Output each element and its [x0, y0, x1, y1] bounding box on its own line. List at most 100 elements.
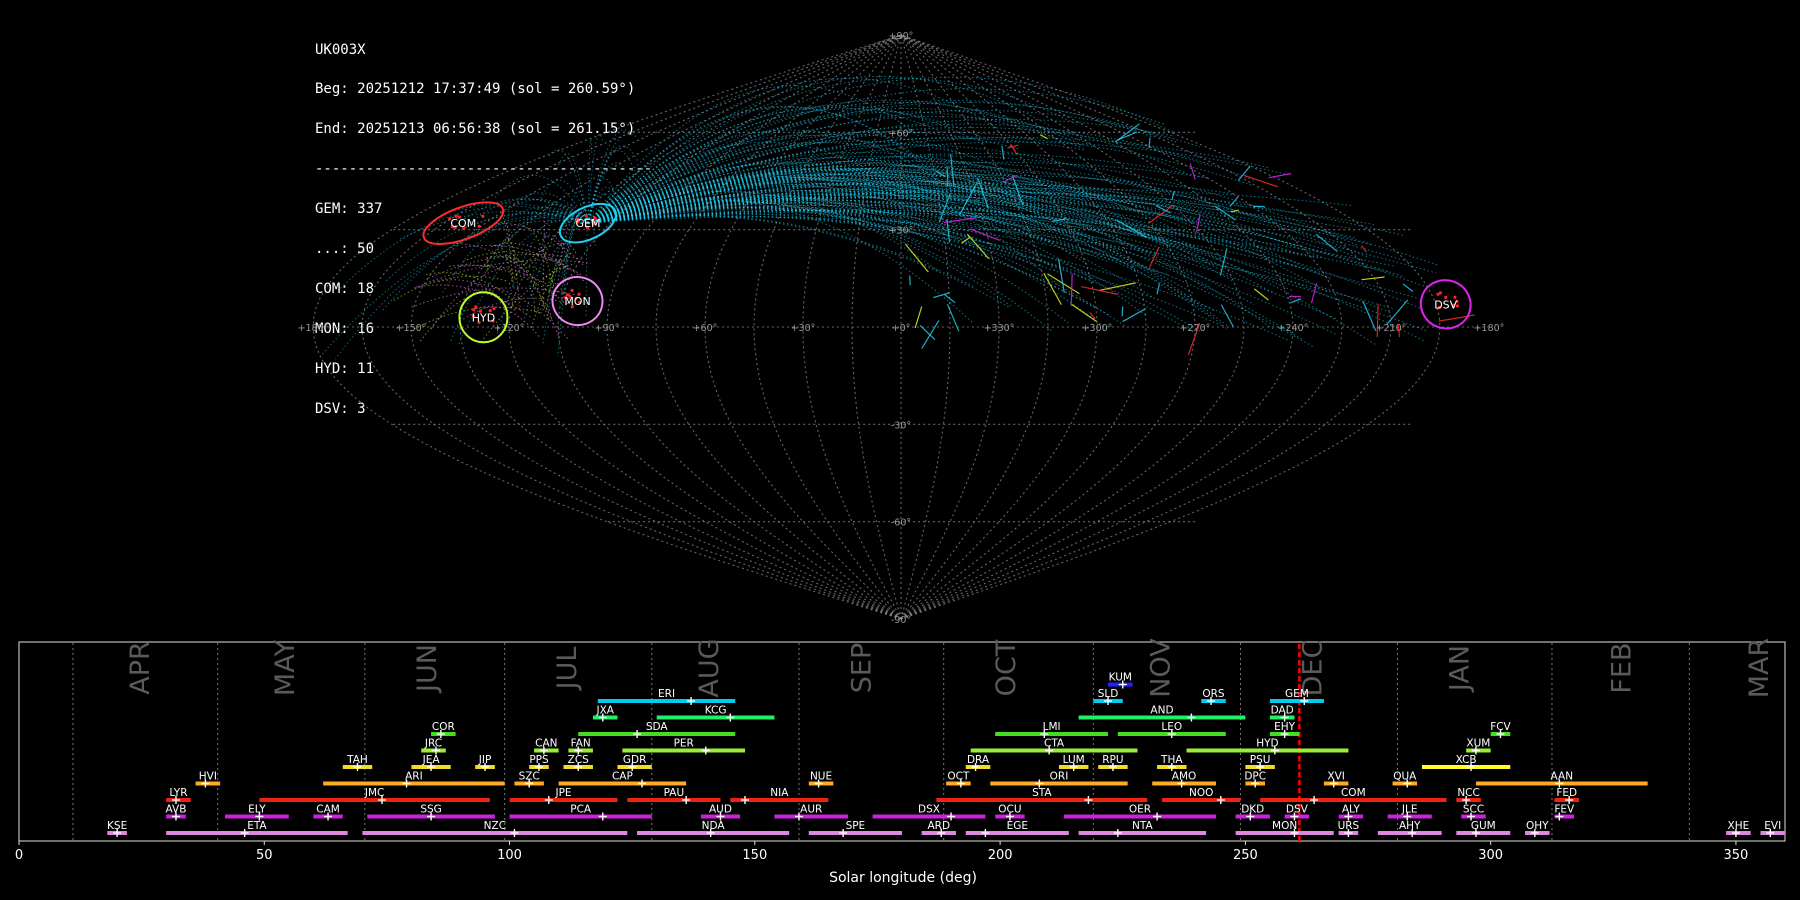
shower-label: XVI: [1327, 771, 1344, 783]
shower-label: DKD: [1241, 804, 1264, 816]
month-label: JAN: [1445, 645, 1476, 693]
x-axis-label: Solar longitude (deg): [829, 870, 977, 886]
shower-label: AMO: [1172, 771, 1197, 783]
shower-label: FAN: [571, 738, 591, 750]
shower-zcs: ZCS: [563, 754, 593, 771]
month-label: MAY: [270, 639, 301, 696]
shower-label: PSU: [1250, 754, 1271, 766]
shower-jxa: JXA: [592, 705, 618, 722]
shower-label: JEA: [422, 754, 441, 766]
shower-label: CAP: [612, 771, 633, 783]
shower-label: ARI: [405, 771, 423, 783]
shower-label: NCC: [1457, 787, 1480, 799]
shower-jrc: JRC: [421, 738, 446, 755]
shower-label: SDA: [646, 721, 669, 733]
shower-nue: NUE: [808, 771, 834, 788]
shower-pps: PPS: [529, 754, 549, 771]
shower-label: URS: [1338, 820, 1360, 832]
x-tick-label: 300: [1478, 848, 1503, 863]
month-label: MAR: [1744, 638, 1775, 699]
shower-dra: DRA: [965, 754, 991, 771]
shower-label: CAM: [316, 804, 340, 816]
shower-label: XUM: [1466, 738, 1490, 750]
shower-label: GDR: [623, 754, 647, 766]
shower-label: JMC: [364, 787, 385, 799]
shower-tha: THA: [1157, 754, 1187, 771]
shower-label: EHY: [1274, 721, 1296, 733]
shower-label: LUM: [1063, 754, 1085, 766]
shower-label: JXA: [595, 705, 614, 717]
shower-label: NZC: [484, 820, 506, 832]
shower-cor: COR: [431, 721, 456, 738]
shower-label: OER: [1129, 804, 1151, 816]
shower-label: FEV: [1554, 804, 1575, 816]
shower-label: HVI: [199, 771, 217, 783]
shower-label: AUD: [709, 804, 732, 816]
shower-label: CAN: [535, 738, 557, 750]
shower-label: THA: [1160, 754, 1183, 766]
shower-label: KCG: [705, 705, 727, 717]
shower-label: JLE: [1401, 804, 1418, 816]
shower-label: ZCS: [568, 754, 590, 766]
shower-kum: KUM: [1108, 672, 1133, 689]
shower-label: AHY: [1399, 820, 1421, 832]
shower-label: GUM: [1471, 820, 1496, 832]
shower-label: AAN: [1551, 771, 1574, 783]
shower-ocu: OCU: [995, 804, 1025, 821]
shower-avb: AVB: [166, 804, 187, 821]
month-label: AUG: [694, 638, 725, 697]
shower-label: AND: [1150, 705, 1173, 717]
shower-psu: PSU: [1245, 754, 1275, 771]
shower-label: NIA: [770, 787, 789, 799]
shower-label: NUE: [810, 771, 832, 783]
shower-kse: KSE: [107, 820, 127, 837]
month-label: APR: [125, 641, 156, 695]
shower-label: DPC: [1244, 771, 1266, 783]
shower-label: DSX: [918, 804, 940, 816]
shower-label: OHY: [1526, 820, 1549, 832]
shower-label: OCT: [947, 771, 970, 783]
shower-oct: OCT: [946, 771, 971, 788]
shower-urs: URS: [1338, 820, 1360, 837]
shower-label: ELY: [248, 804, 266, 816]
shower-label: MON: [1272, 820, 1297, 832]
shower-fed: FED: [1554, 787, 1579, 804]
shower-label: PPS: [529, 754, 549, 766]
shower-label: ALY: [1342, 804, 1361, 816]
shower-label: GEM: [1285, 688, 1309, 700]
month-label: NOV: [1145, 638, 1176, 698]
shower-label: ARD: [928, 820, 951, 832]
shower-scc: SCC: [1461, 804, 1486, 821]
x-tick-label: 200: [988, 848, 1013, 863]
shower-szc: SZC: [514, 771, 544, 788]
shower-label: FCV: [1490, 721, 1511, 733]
shower-label: STA: [1032, 787, 1052, 799]
shower-fcv: FCV: [1490, 721, 1512, 738]
x-tick-label: 100: [497, 848, 522, 863]
shower-label: LEO: [1161, 721, 1182, 733]
shower-label: FED: [1556, 787, 1577, 799]
shower-ncc: NCC: [1456, 787, 1481, 804]
shower-label: LYR: [169, 787, 187, 799]
shower-label: COR: [432, 721, 455, 733]
shower-label: ETA: [247, 820, 267, 832]
shower-label: AVB: [166, 804, 187, 816]
shower-label: RPU: [1102, 754, 1123, 766]
shower-ehy: EHY: [1269, 721, 1300, 738]
shower-label: NDA: [702, 820, 726, 832]
shower-label: PCA: [570, 804, 592, 816]
shower-label: SSG: [420, 804, 441, 816]
shower-dad: DAD: [1269, 705, 1295, 722]
shower-label: XCB: [1456, 754, 1477, 766]
month-label: JUL: [552, 647, 583, 692]
shower-label: AUR: [800, 804, 822, 816]
shower-label: LMI: [1043, 721, 1061, 733]
shower-label: HYD: [1256, 738, 1278, 750]
shower-dpc: DPC: [1244, 771, 1266, 788]
shower-timeline: APR MAY JUN JUL AUG SEP OCT NOV DEC JAN FEB MARKUME…: [15, 638, 1786, 886]
shower-fev: FEV: [1554, 804, 1575, 821]
shower-cam: CAM: [313, 804, 343, 821]
shower-label: JIP: [478, 754, 492, 766]
shower-label: QUA: [1393, 771, 1417, 783]
month-label: OCT: [991, 639, 1022, 696]
